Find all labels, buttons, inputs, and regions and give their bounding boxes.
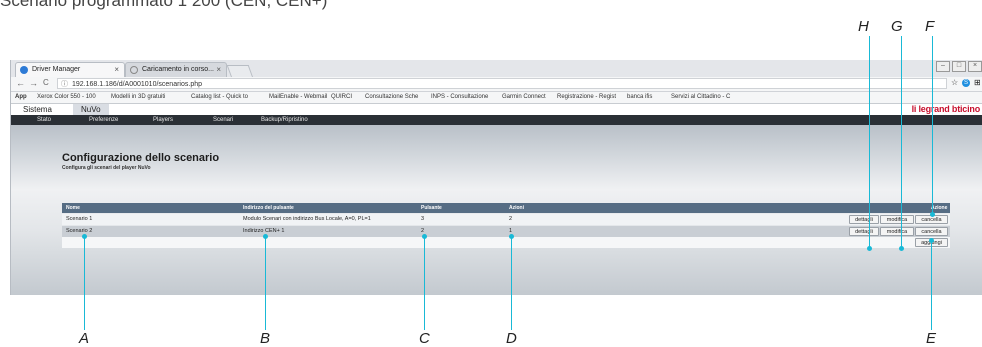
forward-icon[interactable]: → — [29, 78, 38, 88]
callout-letter-d: D — [506, 330, 517, 347]
close-window-button[interactable]: × — [968, 61, 982, 72]
maximize-button[interactable]: □ — [952, 61, 966, 72]
address-bar-row: ← → C ⓘ 192.168.1.186/d/A0001010/scenari… — [11, 77, 982, 92]
callout-line-e — [931, 240, 932, 330]
tab-driver-manager[interactable]: Driver Manager × — [15, 62, 125, 77]
bookmark-item[interactable]: Xerox Color 550 - 100 — [37, 93, 96, 102]
tab-strip: Driver Manager × Caricamento in corso...… — [11, 60, 982, 78]
callout-dot-e — [929, 238, 934, 243]
cancella-button[interactable]: cancella — [915, 227, 948, 236]
info-icon[interactable]: ⓘ — [61, 79, 68, 90]
cell-nome: Scenario 1 — [66, 216, 93, 222]
bookmark-item[interactable]: banca ifis — [627, 93, 652, 102]
brand-logo: li legrand bticino — [911, 104, 981, 114]
callout-line-a — [84, 236, 85, 330]
menu-players[interactable]: Players — [153, 115, 173, 125]
callout-line-b — [265, 236, 266, 330]
cell-nome: Scenario 2 — [66, 228, 93, 234]
url-text: 192.168.1.186/d/A0001010/scenarios.php — [72, 81, 202, 88]
callout-letter-b: B — [260, 330, 271, 347]
window-controls: – □ × — [934, 60, 982, 72]
bookmark-item[interactable]: MailEnable - Webmail — [269, 93, 327, 102]
callout-dot-f — [930, 212, 935, 217]
menu-backup-ripristino[interactable]: Backup/Ripristino — [261, 115, 308, 125]
tab-title: Caricamento in corso... — [142, 66, 214, 73]
skype-icon[interactable]: S — [962, 79, 970, 87]
callout-line-d — [511, 236, 512, 330]
page-content: Configurazione dello scenario Configura … — [11, 125, 982, 295]
bookmark-apps[interactable]: App — [15, 93, 27, 102]
bookmark-item[interactable]: Consultazione Sche — [365, 93, 418, 102]
callout-line-g — [901, 36, 902, 248]
callout-dot-h — [867, 246, 872, 251]
table-row: Scenario 2 Indirizzo CEN+ 1 2 1 dettagli… — [62, 226, 950, 237]
callout-dot-c — [422, 234, 427, 239]
callout-letter-a: A — [79, 330, 90, 347]
table-header: Nome Indirizzo del pulsante Pulsante Azi… — [62, 203, 950, 213]
tab-nuvo[interactable]: NuVo — [73, 104, 109, 115]
reload-icon[interactable]: C — [43, 78, 49, 87]
bookmark-item[interactable]: Servizi al Cittadino - C — [671, 93, 730, 102]
bookmarks-bar: App Xerox Color 550 - 100 Modelli in 3D … — [11, 92, 982, 104]
document-heading: Scenario programmato 1 200 (CEN, CEN+) — [0, 0, 328, 10]
tab-sistema[interactable]: Sistema — [15, 104, 60, 115]
dettagli-button[interactable]: dettagli — [849, 215, 879, 224]
app-top-bar: Sistema NuVo li legrand bticino — [11, 104, 982, 115]
header-indirizzo: Indirizzo del pulsante — [243, 205, 294, 211]
loading-icon — [130, 66, 138, 74]
header-pulsante: Pulsante — [421, 205, 442, 211]
bookmark-item[interactable]: Garmin Connect — [502, 93, 546, 102]
menu-preferenze[interactable]: Preferenze — [89, 115, 118, 125]
page-subtitle: Configura gli scenari del player NuVo — [62, 165, 151, 171]
tab-loading[interactable]: Caricamento in corso... × — [125, 62, 227, 77]
menu-scenari[interactable]: Scenari — [213, 115, 233, 125]
minimize-button[interactable]: – — [936, 61, 950, 72]
callout-letter-g: G — [891, 18, 903, 35]
callout-letter-c: C — [419, 330, 430, 347]
url-input[interactable]: ⓘ 192.168.1.186/d/A0001010/scenarios.php — [57, 78, 947, 89]
modifica-button[interactable]: modifica — [880, 227, 914, 236]
callout-letter-f: F — [925, 18, 935, 35]
dettagli-button[interactable]: dettagli — [849, 227, 879, 236]
callout-line-f — [932, 36, 933, 214]
callout-letter-e: E — [926, 330, 937, 347]
scenarios-table: Nome Indirizzo del pulsante Pulsante Azi… — [62, 203, 950, 248]
bookmark-item[interactable]: Modelli in 3D gratuiti — [111, 93, 165, 102]
bookmark-item[interactable]: Catalog list - Quick to — [191, 93, 248, 102]
table-row: Scenario 1 Modulo Scenari con indirizzo … — [62, 214, 950, 225]
add-row: aggiungi — [62, 237, 950, 248]
bookmark-item[interactable]: QUIRCI — [331, 93, 352, 102]
callout-dot-g — [899, 246, 904, 251]
close-tab-icon[interactable]: × — [114, 63, 119, 77]
browser-window: Driver Manager × Caricamento in corso...… — [10, 60, 982, 295]
close-tab-icon[interactable]: × — [216, 63, 221, 77]
callout-letter-h: H — [858, 18, 869, 35]
star-icon[interactable]: ☆ — [951, 78, 958, 87]
cell-indirizzo: Modulo Scenari con indirizzo Bus Locale,… — [243, 216, 371, 222]
extension-icon[interactable]: ⊞ — [974, 78, 981, 87]
main-menu: Stato Preferenze Players Scenari Backup/… — [11, 115, 982, 125]
callout-dot-d — [509, 234, 514, 239]
back-icon[interactable]: ← — [16, 78, 25, 88]
header-nome: Nome — [66, 205, 80, 211]
bookmark-item[interactable]: INPS - Consultazione — [431, 93, 488, 102]
callout-dot-b — [263, 234, 268, 239]
cell-pulsante: 3 — [421, 216, 425, 222]
callout-line-c — [424, 236, 425, 330]
callout-dot-a — [82, 234, 87, 239]
menu-stato[interactable]: Stato — [37, 115, 51, 125]
chrome-page-icon — [20, 66, 28, 74]
header-azioni: Azioni — [509, 205, 524, 211]
tab-title: Driver Manager — [32, 66, 81, 73]
modifica-button[interactable]: modifica — [880, 215, 914, 224]
page-title: Configurazione dello scenario — [62, 152, 220, 164]
callout-line-h — [869, 36, 870, 248]
bookmark-item[interactable]: Registrazione - Regist — [557, 93, 616, 102]
cell-azioni: 2 — [509, 216, 513, 222]
